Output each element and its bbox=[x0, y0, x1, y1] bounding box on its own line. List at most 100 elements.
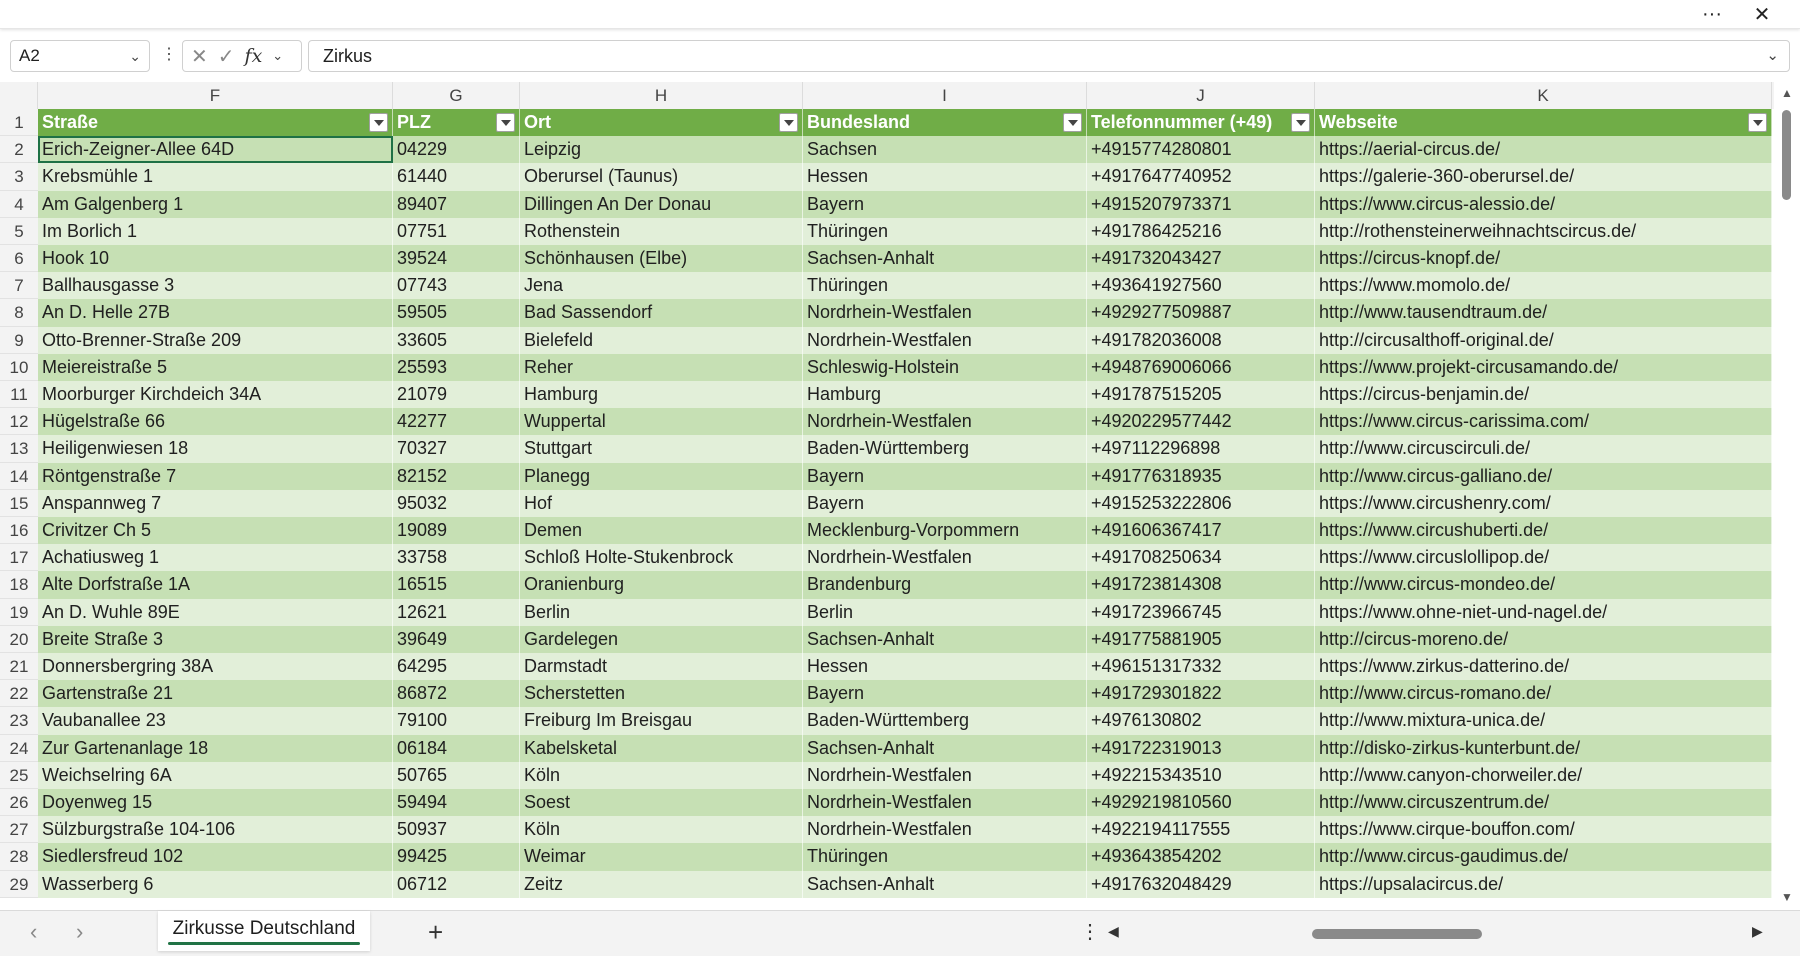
table-cell[interactable]: Hessen bbox=[803, 163, 1087, 191]
table-cell[interactable]: https://www.cirque-bouffon.com/ bbox=[1315, 816, 1772, 844]
table-cell[interactable]: Röntgenstraße 7 bbox=[38, 462, 393, 490]
table-cell[interactable]: Gardelegen bbox=[520, 625, 803, 653]
row-number[interactable]: 12 bbox=[0, 408, 38, 436]
table-cell[interactable]: 06712 bbox=[393, 870, 520, 898]
table-cell[interactable]: +491787515205 bbox=[1087, 381, 1315, 409]
table-cell[interactable]: Hamburg bbox=[520, 381, 803, 409]
table-cell[interactable]: Thüringen bbox=[803, 272, 1087, 300]
table-cell[interactable]: Wuppertal bbox=[520, 408, 803, 436]
table-cell[interactable]: http://www.circus-galliano.de/ bbox=[1315, 462, 1772, 490]
horizontal-scroll-thumb[interactable] bbox=[1312, 929, 1482, 939]
table-cell[interactable]: +4915774280801 bbox=[1087, 136, 1315, 164]
table-cell[interactable]: +493643854202 bbox=[1087, 843, 1315, 871]
table-cell[interactable]: Sülzburgstraße 104-106 bbox=[38, 816, 393, 844]
table-cell[interactable]: https://www.zirkus-datterino.de/ bbox=[1315, 653, 1772, 681]
table-cell[interactable]: Demen bbox=[520, 517, 803, 545]
row-number[interactable]: 8 bbox=[0, 299, 38, 327]
scroll-up-icon[interactable]: ▲ bbox=[1781, 86, 1793, 100]
table-cell[interactable]: 89407 bbox=[393, 190, 520, 218]
table-cell[interactable]: +491729301822 bbox=[1087, 680, 1315, 708]
column-title-cell[interactable]: Webseite bbox=[1315, 109, 1772, 137]
row-number[interactable]: 20 bbox=[0, 625, 38, 653]
sheet-tab-zirkusse-deutschland[interactable]: Zirkusse Deutschland bbox=[158, 911, 370, 951]
expand-formula-icon[interactable]: ⌄ bbox=[1766, 41, 1779, 71]
table-cell[interactable]: Köln bbox=[520, 816, 803, 844]
prev-sheet-icon[interactable]: ‹ bbox=[30, 919, 37, 945]
table-cell[interactable]: https://www.momolo.de/ bbox=[1315, 272, 1772, 300]
table-cell[interactable]: Thüringen bbox=[803, 217, 1087, 245]
table-cell[interactable]: Scherstetten bbox=[520, 680, 803, 708]
row-number[interactable]: 15 bbox=[0, 489, 38, 517]
column-header-h[interactable]: H bbox=[520, 82, 803, 109]
table-cell[interactable]: +4915253222806 bbox=[1087, 489, 1315, 517]
table-cell[interactable]: Hügelstraße 66 bbox=[38, 408, 393, 436]
table-cell[interactable]: +491606367417 bbox=[1087, 517, 1315, 545]
table-cell[interactable]: Schleswig-Holstein bbox=[803, 353, 1087, 381]
column-header-k[interactable]: K bbox=[1315, 82, 1772, 109]
table-cell[interactable]: Schönhausen (Elbe) bbox=[520, 245, 803, 273]
table-cell[interactable]: +4917632048429 bbox=[1087, 870, 1315, 898]
row-number[interactable]: 19 bbox=[0, 598, 38, 626]
table-cell[interactable]: Erich-Zeigner-Allee 64D bbox=[38, 136, 393, 164]
table-cell[interactable]: Crivitzer Ch 5 bbox=[38, 517, 393, 545]
vertical-scroll-thumb[interactable] bbox=[1782, 110, 1791, 200]
row-number[interactable]: 24 bbox=[0, 734, 38, 762]
table-cell[interactable]: Jena bbox=[520, 272, 803, 300]
table-cell[interactable]: 07751 bbox=[393, 217, 520, 245]
row-number[interactable]: 23 bbox=[0, 707, 38, 735]
table-cell[interactable]: Siedlersfreud 102 bbox=[38, 843, 393, 871]
table-cell[interactable]: http://circus-moreno.de/ bbox=[1315, 625, 1772, 653]
insert-function-icon[interactable]: fx bbox=[245, 45, 263, 67]
table-cell[interactable]: Bayern bbox=[803, 462, 1087, 490]
row-number[interactable]: 10 bbox=[0, 353, 38, 381]
table-cell[interactable]: +496151317332 bbox=[1087, 653, 1315, 681]
table-cell[interactable]: Breite Straße 3 bbox=[38, 625, 393, 653]
row-number[interactable]: 29 bbox=[0, 870, 38, 898]
table-cell[interactable]: Alte Dorfstraße 1A bbox=[38, 571, 393, 599]
chevron-down-icon[interactable]: ⌄ bbox=[129, 41, 141, 71]
table-cell[interactable]: Baden-Württemberg bbox=[803, 435, 1087, 463]
table-cell[interactable]: Nordrhein-Westfalen bbox=[803, 789, 1087, 817]
table-cell[interactable]: Vaubanallee 23 bbox=[38, 707, 393, 735]
table-cell[interactable]: +4920229577442 bbox=[1087, 408, 1315, 436]
table-cell[interactable]: +491723814308 bbox=[1087, 571, 1315, 599]
table-cell[interactable]: Berlin bbox=[520, 598, 803, 626]
tab-bar-more-icon[interactable]: ⋮ bbox=[1080, 919, 1100, 944]
table-cell[interactable]: Sachsen bbox=[803, 136, 1087, 164]
table-cell[interactable]: Nordrhein-Westfalen bbox=[803, 408, 1087, 436]
table-cell[interactable]: https://aerial-circus.de/ bbox=[1315, 136, 1772, 164]
table-cell[interactable]: Otto-Brenner-Straße 209 bbox=[38, 326, 393, 354]
table-cell[interactable]: http://disko-zirkus-kunterbunt.de/ bbox=[1315, 734, 1772, 762]
column-header-g[interactable]: G bbox=[393, 82, 520, 109]
row-number[interactable]: 16 bbox=[0, 517, 38, 545]
table-cell[interactable]: Im Borlich 1 bbox=[38, 217, 393, 245]
table-cell[interactable]: 21079 bbox=[393, 381, 520, 409]
table-cell[interactable]: https://www.circuslollipop.de/ bbox=[1315, 544, 1772, 572]
scroll-left-icon[interactable]: ◀ bbox=[1108, 923, 1119, 940]
table-cell[interactable]: 07743 bbox=[393, 272, 520, 300]
table-cell[interactable]: Rothenstein bbox=[520, 217, 803, 245]
table-cell[interactable]: Weichselring 6A bbox=[38, 761, 393, 789]
table-cell[interactable]: 70327 bbox=[393, 435, 520, 463]
column-title-cell[interactable]: Ort bbox=[520, 109, 803, 137]
row-number[interactable]: 1 bbox=[0, 109, 38, 137]
table-cell[interactable]: Hook 10 bbox=[38, 245, 393, 273]
row-number[interactable]: 5 bbox=[0, 217, 38, 245]
table-cell[interactable]: Heiligenwiesen 18 bbox=[38, 435, 393, 463]
next-sheet-icon[interactable]: › bbox=[76, 919, 83, 945]
column-title-cell[interactable]: Straße bbox=[38, 109, 393, 137]
table-cell[interactable]: https://circus-knopf.de/ bbox=[1315, 245, 1772, 273]
table-cell[interactable]: 42277 bbox=[393, 408, 520, 436]
table-cell[interactable]: 33605 bbox=[393, 326, 520, 354]
table-cell[interactable]: 50937 bbox=[393, 816, 520, 844]
row-number[interactable]: 26 bbox=[0, 789, 38, 817]
table-cell[interactable]: https://www.ohne-niet-und-nagel.de/ bbox=[1315, 598, 1772, 626]
table-cell[interactable]: Dillingen An Der Donau bbox=[520, 190, 803, 218]
table-cell[interactable]: Köln bbox=[520, 761, 803, 789]
table-cell[interactable]: +491723966745 bbox=[1087, 598, 1315, 626]
table-cell[interactable]: Schloß Holte-Stukenbrock bbox=[520, 544, 803, 572]
table-cell[interactable]: Doyenweg 15 bbox=[38, 789, 393, 817]
table-cell[interactable]: Bayern bbox=[803, 680, 1087, 708]
table-cell[interactable]: Hof bbox=[520, 489, 803, 517]
table-cell[interactable]: https://www.circus-carissima.com/ bbox=[1315, 408, 1772, 436]
